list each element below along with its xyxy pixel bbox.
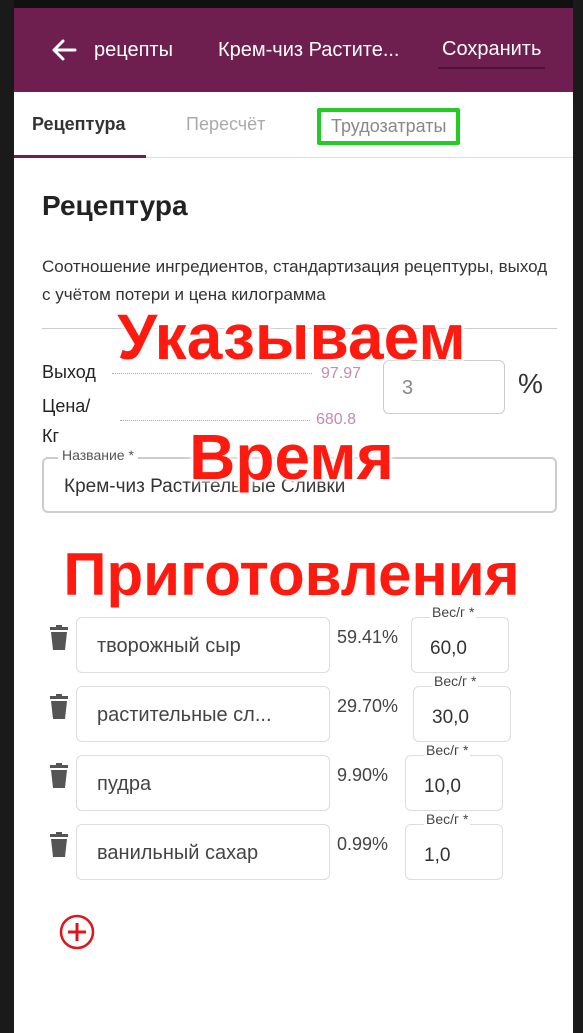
ingredient-weight-input[interactable]: Вес/г * 1,0 — [405, 811, 503, 880]
ingredient-percent: 59.41% — [337, 627, 399, 647]
ingredient-weight-input[interactable]: Вес/г * 10,0 — [405, 742, 503, 811]
back-button[interactable] — [44, 30, 84, 70]
section-title: Рецептура — [42, 190, 188, 221]
arrow-left-icon — [52, 39, 77, 61]
weight-label: Вес/г * — [424, 742, 471, 758]
active-tab-indicator — [14, 155, 146, 158]
ingredient-name-input[interactable]: пудра — [76, 755, 330, 811]
trash-icon[interactable] — [48, 832, 70, 858]
trash-icon[interactable] — [48, 625, 70, 651]
price-label-line1: Цена/ — [42, 396, 91, 416]
overlay-caption-line1: Указываем — [117, 301, 466, 373]
ingredient-row: ванильный сахар 0.99% Вес/г * 1,0 — [0, 811, 583, 884]
status-strip — [0, 0, 583, 8]
weight-value[interactable]: 1,0 — [424, 845, 450, 866]
ingredient-percent: 0.99% — [337, 834, 389, 854]
ingredient-weight-input[interactable]: Вес/г * 30,0 — [413, 673, 511, 742]
save-button[interactable]: Сохранить — [438, 32, 546, 69]
breadcrumb-recipes[interactable]: рецепты — [94, 39, 204, 62]
tab-labor-costs[interactable]: Трудозатраты — [317, 108, 461, 145]
ingredient-weight-input[interactable]: Вес/г * 60,0 — [411, 604, 509, 673]
ingredient-name-input[interactable]: растительные сл... — [76, 686, 330, 742]
trash-icon[interactable] — [48, 763, 70, 789]
app-bar: рецепты Крем-чиз Растите... Сохранить — [14, 8, 573, 92]
trash-icon[interactable] — [48, 694, 70, 720]
ingredient-name-input[interactable]: творожный сыр — [76, 617, 330, 673]
weight-value[interactable]: 30,0 — [432, 707, 469, 728]
tab-recalculation[interactable]: Пересчёт — [186, 114, 265, 135]
ingredient-percent: 29.70% — [337, 696, 399, 716]
plus-circle-icon[interactable] — [59, 914, 95, 950]
weight-label: Вес/г * — [424, 811, 471, 827]
overlay-caption-line3: Приготовления — [63, 541, 520, 608]
weight-label: Вес/г * — [432, 673, 479, 689]
ingredient-name-input[interactable]: ванильный сахар — [76, 824, 330, 880]
ingredient-row: творожный сыр 59.41% Вес/г * 60,0 — [0, 604, 583, 677]
weight-value[interactable]: 60,0 — [430, 638, 467, 659]
ingredient-row: растительные сл... 29.70% Вес/г * 30,0 — [0, 673, 583, 746]
overlay-caption-line2: Время — [189, 421, 394, 493]
ingredient-row: пудра 9.90% Вес/г * 10,0 — [0, 742, 583, 815]
ingredient-percent: 9.90% — [337, 765, 389, 785]
tab-bar: Рецептура Пересчёт Трудозатраты — [14, 92, 573, 158]
page-title: Крем-чиз Растите... — [218, 38, 400, 61]
tab-recipe[interactable]: Рецептура — [32, 114, 126, 135]
weight-value[interactable]: 10,0 — [424, 776, 461, 797]
